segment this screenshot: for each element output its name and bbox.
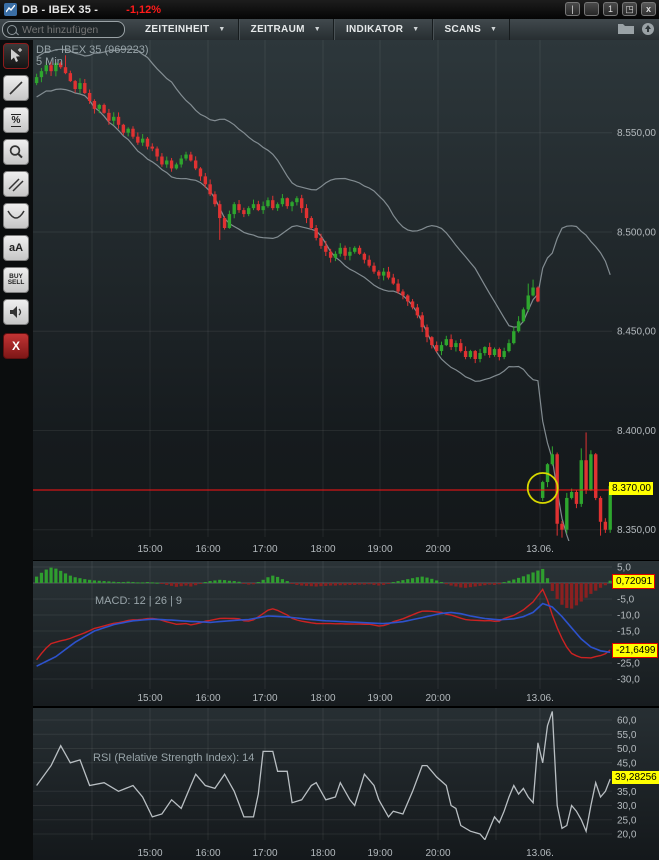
svg-text:16:00: 16:00 [195, 848, 220, 859]
close-chart-button[interactable]: X [3, 333, 29, 359]
svg-text:15:00: 15:00 [137, 544, 162, 555]
menu-label: INDIKATOR [345, 24, 404, 35]
svg-text:20:00: 20:00 [425, 544, 450, 555]
select-cursor-button[interactable] [3, 43, 29, 69]
svg-text:16:00: 16:00 [195, 693, 220, 704]
svg-text:18:00: 18:00 [310, 544, 335, 555]
svg-text:-25,0: -25,0 [617, 659, 640, 670]
menu-label: ZEITEINHEIT [145, 24, 210, 35]
svg-text:25,0: 25,0 [617, 815, 637, 826]
info-icon[interactable]: | [565, 2, 580, 16]
parallel-lines-button[interactable] [3, 171, 29, 197]
svg-text:18:00: 18:00 [310, 848, 335, 859]
drawing-toolbar: % aA BUY SELL X [0, 40, 33, 860]
svg-text:5,0: 5,0 [617, 563, 631, 574]
window-title: DB - IBEX 35 - [22, 3, 99, 16]
window-1-icon[interactable]: 1 [603, 2, 618, 16]
curve-icon [7, 209, 25, 223]
svg-text:15:00: 15:00 [137, 848, 162, 859]
svg-text:45,0: 45,0 [617, 758, 637, 769]
svg-text:8.500,00: 8.500,00 [617, 227, 656, 238]
close-icon[interactable]: x [641, 2, 656, 16]
menu-indikator[interactable]: INDIKATOR ▼ [334, 19, 433, 40]
percent-icon: % [10, 113, 22, 127]
last-price-badge: 8.370,00 [609, 482, 653, 495]
upload-icon[interactable] [641, 22, 655, 35]
folder-icon[interactable] [618, 22, 634, 35]
parallel-lines-icon [8, 176, 24, 192]
svg-text:13.06.: 13.06. [526, 693, 554, 704]
text-button[interactable]: aA [3, 235, 29, 261]
svg-text:17:00: 17:00 [252, 544, 277, 555]
svg-text:-30,0: -30,0 [617, 675, 640, 686]
svg-text:-10,0: -10,0 [617, 611, 640, 622]
chevron-down-icon: ▼ [313, 26, 321, 33]
svg-text:19:00: 19:00 [367, 848, 392, 859]
main-price-chart[interactable]: 15:00 16:00 17:00 18:00 19:00 20:00 13.06. 8.55… [33, 40, 659, 560]
magnifier-icon [8, 144, 24, 160]
blank-window-icon[interactable] [584, 2, 599, 16]
svg-text:8.400,00: 8.400,00 [617, 426, 656, 437]
main-menu: ZEITEINHEIT ▼ ZEITRAUM ▼ INDIKATOR ▼ SCA… [133, 19, 511, 40]
search-input[interactable] [20, 22, 114, 37]
search-icon [7, 24, 17, 35]
rsi-indicator-panel[interactable]: 15:00 16:00 17:00 18:00 19:00 20:00 13.06. 60,0… [33, 707, 659, 860]
percent-button[interactable]: % [3, 107, 29, 133]
svg-text:20:00: 20:00 [425, 848, 450, 859]
chevron-down-icon: ▼ [412, 26, 420, 33]
svg-text:13.06.: 13.06. [526, 544, 554, 555]
svg-text:-15,0: -15,0 [617, 627, 640, 638]
svg-text:20:00: 20:00 [425, 693, 450, 704]
restore-icon[interactable]: ◳ [622, 2, 637, 16]
svg-text:60,0: 60,0 [617, 716, 637, 727]
svg-text:30,0: 30,0 [617, 801, 637, 812]
svg-text:50,0: 50,0 [617, 744, 637, 755]
macd-histogram-value-badge: 0,72091 [612, 574, 656, 589]
trading-app-window: { "titlebar": { "title": "DB - IBEX 35 -… [0, 0, 659, 860]
svg-text:20,0: 20,0 [617, 830, 637, 841]
svg-text:17:00: 17:00 [252, 848, 277, 859]
svg-text:18:00: 18:00 [310, 693, 335, 704]
svg-text:13.06.: 13.06. [526, 848, 554, 859]
trendline-button[interactable] [3, 75, 29, 101]
svg-text:19:00: 19:00 [367, 544, 392, 555]
macd-indicator-panel[interactable]: 15:00 16:00 17:00 18:00 19:00 20:00 13.06. 5,0 -… [33, 560, 659, 706]
buy-sell-icon: BUY SELL [7, 272, 25, 286]
svg-text:8.350,00: 8.350,00 [617, 525, 656, 536]
curve-button[interactable] [3, 203, 29, 229]
zoom-button[interactable] [3, 139, 29, 165]
buy-sell-button[interactable]: BUY SELL [3, 267, 29, 293]
line-icon [8, 80, 24, 96]
speaker-icon [8, 305, 24, 319]
svg-text:-5,0: -5,0 [617, 595, 635, 606]
title-bar: DB - IBEX 35 - -1,12% | 1 ◳ x [0, 0, 659, 20]
text-tool-icon: aA [8, 242, 24, 254]
menu-zeitraum[interactable]: ZEITRAUM ▼ [239, 19, 334, 40]
svg-text:15:00: 15:00 [137, 693, 162, 704]
change-percent: -1,12% [126, 3, 162, 16]
svg-text:8.550,00: 8.550,00 [617, 128, 656, 139]
chevron-down-icon: ▼ [218, 26, 226, 33]
svg-text:17:00: 17:00 [252, 693, 277, 704]
cursor-plus-icon [8, 48, 24, 64]
toolbar: ZEITEINHEIT ▼ ZEITRAUM ▼ INDIKATOR ▼ SCA… [0, 19, 659, 41]
chevron-down-icon: ▼ [490, 26, 498, 33]
close-x-icon: X [11, 339, 20, 353]
svg-text:19:00: 19:00 [367, 693, 392, 704]
menu-label: SCANS [444, 24, 482, 35]
app-logo-icon [4, 3, 17, 16]
svg-text:16:00: 16:00 [195, 544, 220, 555]
macd-line-value-badge: -21,6499 [612, 643, 659, 658]
menu-zeiteinheit[interactable]: ZEITEINHEIT ▼ [133, 19, 239, 40]
svg-text:55,0: 55,0 [617, 730, 637, 741]
menu-label: ZEITRAUM [250, 24, 305, 35]
menu-scans[interactable]: SCANS ▼ [433, 19, 511, 40]
svg-text:8.450,00: 8.450,00 [617, 327, 656, 338]
rsi-value-badge: 39,28256 [612, 771, 659, 784]
search-input-box[interactable] [2, 21, 125, 38]
svg-text:35,0: 35,0 [617, 787, 637, 798]
sound-button[interactable] [3, 299, 29, 325]
